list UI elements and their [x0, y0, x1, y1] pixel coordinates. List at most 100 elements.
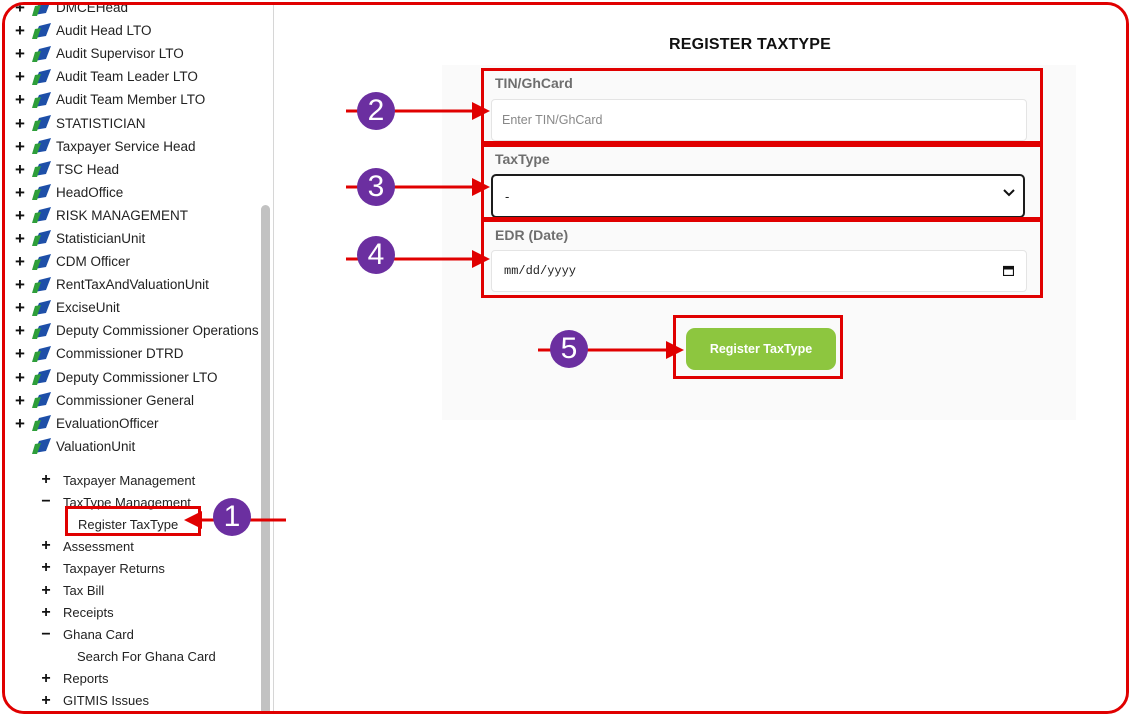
edr-date-input[interactable]: mm/dd/yyyy — [491, 250, 1027, 292]
submenu-item[interactable]: Search For Ghana Card — [5, 646, 216, 668]
calendar-icon[interactable] — [1003, 265, 1014, 276]
expand-icon[interactable]: + — [8, 207, 32, 224]
folder-icon — [32, 160, 52, 178]
folder-icon — [32, 183, 52, 201]
role-item[interactable]: + EvaluationOfficer — [5, 412, 259, 435]
expand-icon[interactable]: + — [8, 138, 32, 155]
role-item[interactable]: +ValuationUnit — [5, 435, 259, 458]
role-item[interactable]: + STATISTICIAN — [5, 111, 259, 134]
expand-icon[interactable]: + — [8, 322, 32, 339]
role-item[interactable]: + HeadOffice — [5, 181, 259, 204]
role-label: StatisticianUnit — [56, 230, 146, 246]
menu-item[interactable]: + Assessment — [5, 535, 216, 557]
role-label: STATISTICIAN — [56, 115, 146, 131]
role-item[interactable]: + DMCEHead — [5, 5, 259, 19]
menu-item[interactable]: + Reports — [5, 668, 216, 690]
expand-icon[interactable]: + — [35, 471, 57, 489]
folder-icon — [32, 276, 52, 294]
register-taxtype-button[interactable]: Register TaxType — [686, 328, 836, 370]
expand-icon[interactable]: + — [8, 253, 32, 270]
expand-icon[interactable]: + — [8, 345, 32, 362]
expand-icon[interactable]: + — [8, 115, 32, 132]
menu-item[interactable]: + Taxpayer Management — [5, 469, 216, 491]
role-item[interactable]: + Commissioner General — [5, 389, 259, 412]
register-taxtype-button-label: Register TaxType — [709, 342, 813, 356]
role-item[interactable]: + Audit Team Member LTO — [5, 88, 259, 111]
role-item[interactable]: + Commissioner DTRD — [5, 342, 259, 365]
role-label: TSC Head — [56, 161, 120, 177]
folder-icon — [32, 137, 52, 155]
expand-icon[interactable]: + — [35, 692, 57, 710]
role-label: DMCEHead — [56, 5, 129, 16]
menu-item[interactable]: + Receipts — [5, 602, 216, 624]
folder-icon — [32, 5, 52, 17]
expand-icon[interactable]: + — [8, 276, 32, 293]
expand-icon[interactable]: + — [35, 537, 57, 555]
folder-icon — [32, 322, 52, 340]
menu-item-label: Receipts — [63, 605, 114, 621]
sidebar-scrollbar-thumb[interactable] — [261, 205, 270, 711]
role-label: Audit Team Member LTO — [56, 92, 206, 108]
expand-icon[interactable]: + — [8, 5, 32, 16]
role-item[interactable]: + TSC Head — [5, 158, 259, 181]
edr-placeholder: mm/dd/yyyy — [504, 264, 577, 278]
expand-icon[interactable]: + — [35, 670, 57, 688]
role-item[interactable]: + CDM Officer — [5, 250, 259, 273]
chevron-down-icon — [1003, 189, 1015, 197]
role-item[interactable]: + Audit Head LTO — [5, 19, 259, 42]
taxtype-selected-value: - — [505, 188, 510, 204]
tin-input[interactable]: Enter TIN/GhCard — [491, 99, 1027, 141]
expand-icon[interactable]: + — [35, 604, 57, 622]
page-title: REGISTER TAXTYPE — [669, 36, 832, 53]
expand-icon[interactable]: + — [8, 22, 32, 39]
folder-icon — [32, 414, 52, 432]
role-tree: + DMCEHead + Audit Head LTO + Audit Superviso… — [5, 5, 259, 458]
role-item[interactable]: + Taxpayer Service Head — [5, 135, 259, 158]
menu-item-label: Taxpayer Returns — [63, 560, 165, 576]
sidebar: + DMCEHead + Audit Head LTO + Audit Superviso… — [5, 5, 273, 711]
expand-icon[interactable]: + — [35, 582, 57, 600]
folder-icon — [32, 229, 52, 247]
expand-icon[interactable]: + — [8, 299, 32, 316]
expand-icon[interactable]: + — [8, 45, 32, 62]
expand-icon[interactable]: + — [8, 184, 32, 201]
role-item[interactable]: + RISK MANAGEMENT — [5, 204, 259, 227]
role-label: Audit Team Leader LTO — [56, 69, 198, 85]
expand-icon[interactable]: + — [35, 559, 57, 577]
collapse-icon[interactable]: − — [35, 626, 57, 644]
expand-icon[interactable]: + — [8, 392, 32, 409]
menu-item[interactable]: + Taxpayer Returns — [5, 557, 216, 579]
role-item[interactable]: + Deputy Commissioner LTO — [5, 366, 259, 389]
role-item[interactable]: + Audit Supervisor LTO — [5, 42, 259, 65]
folder-icon — [32, 68, 52, 86]
role-item[interactable]: + ExciseUnit — [5, 296, 259, 319]
expand-icon[interactable]: + — [8, 415, 32, 432]
taxtype-select[interactable]: - — [491, 174, 1025, 218]
role-item[interactable]: + StatisticianUnit — [5, 227, 259, 250]
role-label: Deputy Commissioner LTO — [56, 369, 218, 385]
menu-item-label: Tax Bill — [63, 583, 105, 599]
menu-item-label: Taxpayer Management — [63, 472, 196, 488]
expand-icon[interactable]: + — [8, 161, 32, 178]
menu-item[interactable]: − Ghana Card — [5, 624, 216, 646]
expand-icon[interactable]: + — [8, 68, 32, 85]
role-item[interactable]: + Audit Team Leader LTO — [5, 65, 259, 88]
menu-item[interactable]: + Tax Bill — [5, 579, 216, 601]
expand-icon[interactable]: + — [8, 369, 32, 386]
menu-item-label: Ghana Card — [63, 627, 134, 643]
role-label: RISK MANAGEMENT — [56, 207, 189, 223]
role-label: Audit Head LTO — [56, 23, 152, 39]
folder-icon — [32, 91, 52, 109]
role-label: Taxpayer Service Head — [56, 138, 196, 154]
role-label: ExciseUnit — [56, 300, 120, 316]
menu-item[interactable]: + GITMIS Issues — [5, 690, 216, 711]
collapse-icon[interactable]: − — [35, 493, 57, 511]
role-item[interactable]: + Deputy Commissioner Operations — [5, 319, 259, 342]
step-badge-5: 5 — [550, 330, 588, 368]
role-label: HeadOffice — [56, 184, 124, 200]
expand-icon[interactable]: + — [8, 91, 32, 108]
folder-icon — [32, 22, 52, 40]
role-item[interactable]: + RentTaxAndValuationUnit — [5, 273, 259, 296]
role-label: Commissioner General — [56, 392, 195, 408]
expand-icon[interactable]: + — [8, 230, 32, 247]
